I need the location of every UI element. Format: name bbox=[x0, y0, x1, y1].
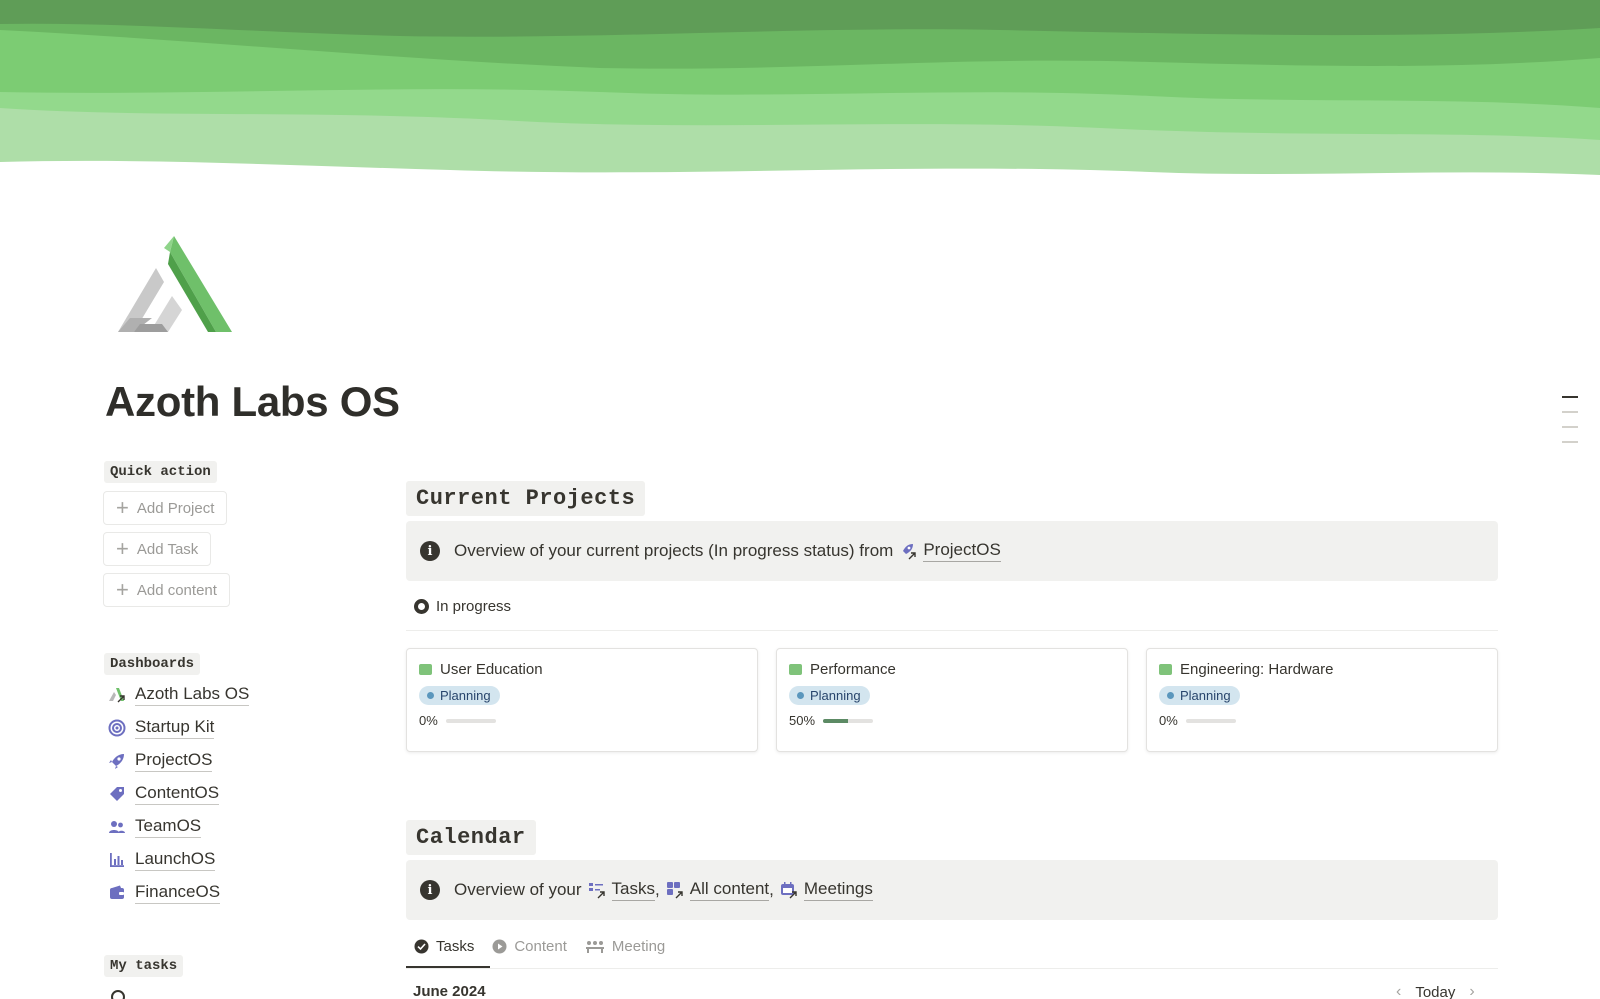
project-card[interactable]: Engineering: Hardware Planning 0% bbox=[1146, 648, 1498, 752]
target-icon bbox=[108, 719, 126, 737]
calendar-heading: Calendar bbox=[406, 820, 536, 855]
group-divider bbox=[406, 630, 1498, 631]
play-circle-icon bbox=[492, 939, 507, 954]
dashboard-link-projectos[interactable]: ProjectOS bbox=[108, 750, 213, 772]
progress-bar bbox=[823, 718, 874, 723]
progress-label: 0% bbox=[1159, 713, 1178, 728]
rocket-link-icon bbox=[903, 544, 917, 560]
plus-icon: + bbox=[116, 577, 129, 602]
in-progress-status-icon bbox=[414, 599, 429, 614]
check-circle-icon bbox=[414, 939, 429, 954]
calendar-icon bbox=[780, 882, 797, 899]
bar-chart-icon bbox=[108, 851, 126, 869]
progress-label: 0% bbox=[419, 713, 438, 728]
folder-icon bbox=[1159, 664, 1172, 675]
add-project-button[interactable]: + Add Project bbox=[103, 491, 228, 525]
in-progress-group-header[interactable]: In progress bbox=[414, 598, 511, 615]
project-title: Performance bbox=[810, 661, 896, 678]
progress-bar bbox=[445, 718, 496, 723]
project-card[interactable]: Performance Planning 50% bbox=[776, 648, 1128, 752]
calendar-view-tabs: Tasks Content Meeting bbox=[414, 938, 665, 955]
add-task-button[interactable]: + Add Task bbox=[103, 532, 212, 566]
add-content-button[interactable]: + Add content bbox=[103, 573, 230, 607]
plus-icon: + bbox=[116, 495, 129, 520]
page-title: Azoth Labs OS bbox=[105, 378, 400, 425]
dashboard-link-financeos[interactable]: FinanceOS bbox=[108, 882, 221, 904]
dashboard-link-contentos[interactable]: ContentOS bbox=[108, 783, 220, 805]
chevron-left-icon[interactable]: ‹ bbox=[1396, 983, 1401, 999]
tab-content[interactable]: Content bbox=[492, 938, 567, 955]
calendar-callout: i Overview of your Tasks, All content, M… bbox=[406, 860, 1498, 920]
folder-icon bbox=[789, 664, 802, 675]
task-status-icon bbox=[111, 990, 125, 999]
chevron-right-icon[interactable]: › bbox=[1469, 983, 1474, 999]
meetings-link[interactable]: Meetings bbox=[803, 879, 873, 901]
projectos-link[interactable]: ProjectOS bbox=[923, 540, 1001, 562]
project-title: User Education bbox=[440, 661, 543, 678]
dashboard-link-azoth-labs-os[interactable]: Azoth Labs OS bbox=[108, 684, 250, 706]
status-badge: Planning bbox=[1159, 686, 1240, 705]
wallet-icon bbox=[108, 884, 126, 902]
info-icon: i bbox=[420, 541, 440, 561]
dashboard-link-teamos[interactable]: TeamOS bbox=[108, 816, 202, 838]
calendar-navigation: ‹ Today › bbox=[1396, 983, 1475, 999]
progress-label: 50% bbox=[789, 713, 816, 728]
rocket-icon bbox=[108, 752, 126, 770]
current-projects-callout: i Overview of your current projects (In … bbox=[406, 521, 1498, 581]
cover-image bbox=[0, 0, 1600, 190]
grid-icon bbox=[666, 882, 683, 899]
all-content-link[interactable]: All content bbox=[689, 879, 770, 901]
my-tasks-label: My tasks bbox=[104, 955, 184, 977]
tasks-list-icon bbox=[588, 883, 605, 899]
current-projects-heading: Current Projects bbox=[406, 481, 646, 516]
project-title: Engineering: Hardware bbox=[1180, 661, 1334, 678]
dashboard-link-launchos[interactable]: LaunchOS bbox=[108, 849, 216, 871]
status-badge: Planning bbox=[419, 686, 500, 705]
progress-bar bbox=[1185, 718, 1236, 723]
dashboards-label: Dashboards bbox=[104, 653, 201, 675]
meeting-icon bbox=[585, 941, 604, 953]
tab-tasks[interactable]: Tasks bbox=[414, 938, 474, 955]
tasks-link[interactable]: Tasks bbox=[611, 879, 656, 901]
dashboard-link-startup-kit[interactable]: Startup Kit bbox=[108, 717, 215, 739]
table-of-contents-indicator[interactable] bbox=[1562, 396, 1580, 456]
tag-icon bbox=[108, 785, 126, 803]
calendar-month-label: June 2024 bbox=[413, 983, 486, 999]
people-icon bbox=[108, 818, 126, 836]
info-icon: i bbox=[420, 880, 440, 900]
tabs-divider bbox=[406, 968, 1498, 969]
folder-icon bbox=[419, 664, 432, 675]
quick-action-label: Quick action bbox=[104, 461, 217, 483]
status-badge: Planning bbox=[789, 686, 870, 705]
plus-icon: + bbox=[116, 536, 129, 561]
tab-meeting[interactable]: Meeting bbox=[585, 938, 665, 955]
today-button[interactable]: Today bbox=[1415, 984, 1455, 999]
azoth-logo bbox=[118, 236, 232, 332]
azoth-logo-icon bbox=[108, 686, 126, 704]
project-card[interactable]: User Education Planning 0% bbox=[406, 648, 758, 752]
